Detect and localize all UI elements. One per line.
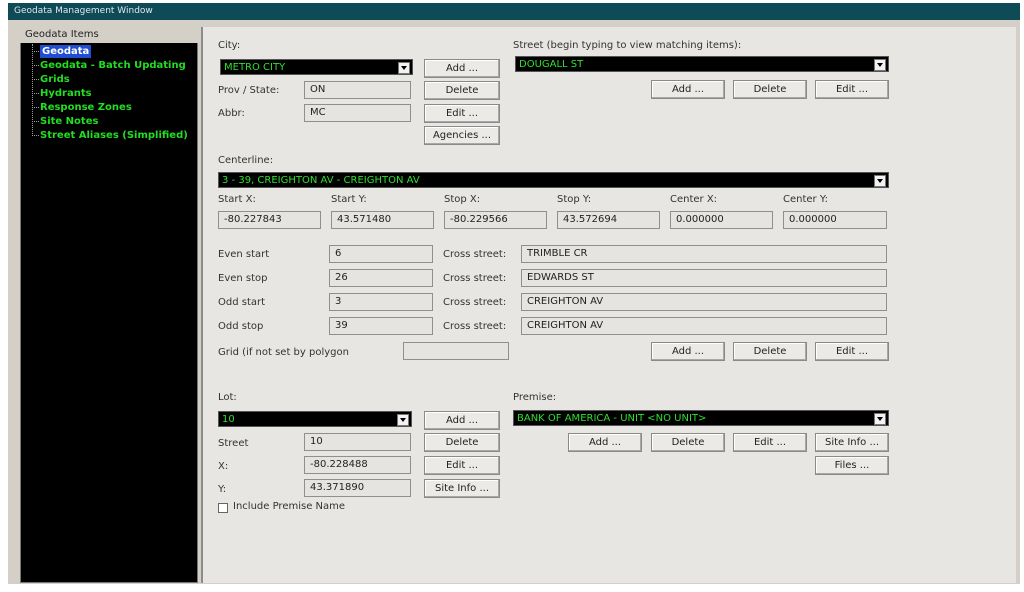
- chevron-down-icon[interactable]: [397, 414, 409, 426]
- lot-select-value: 10: [222, 414, 235, 425]
- include-premise-checkbox[interactable]: [218, 503, 228, 513]
- cross-street-field[interactable]: EDWARDS ST: [521, 269, 887, 287]
- stop-y-field[interactable]: 43.572694: [557, 211, 660, 229]
- cross-street-label: Cross street:: [443, 249, 507, 260]
- lot-y-label: Y:: [218, 484, 227, 495]
- lot-delete-button[interactable]: Delete: [424, 433, 500, 452]
- centerline-edit-button[interactable]: Edit ...: [815, 342, 889, 361]
- street-select[interactable]: DOUGALL ST: [515, 56, 889, 72]
- chevron-down-icon[interactable]: [398, 62, 410, 74]
- lot-y-field[interactable]: 43.371890: [304, 479, 411, 497]
- start-x-field[interactable]: -80.227843: [218, 211, 321, 229]
- center-x-field[interactable]: 0.000000: [670, 211, 773, 229]
- center-x-label: Center X:: [670, 194, 718, 205]
- centerline-label: Centerline:: [218, 155, 274, 166]
- tree-branch: [32, 121, 39, 122]
- premise-label: Premise:: [513, 392, 557, 403]
- sidebar-item-grids[interactable]: Grids: [40, 73, 70, 86]
- centerline-delete-button[interactable]: Delete: [733, 342, 807, 361]
- start-y-label: Start Y:: [331, 194, 367, 205]
- chevron-down-icon[interactable]: [874, 59, 886, 71]
- even-start-label: Even start: [218, 249, 270, 260]
- cross-street-field[interactable]: CREIGHTON AV: [521, 317, 887, 335]
- chevron-down-icon[interactable]: [874, 413, 886, 425]
- premise-add-button[interactable]: Add ...: [568, 433, 642, 452]
- cross-street-label: Cross street:: [443, 273, 507, 284]
- lot-edit-button[interactable]: Edit ...: [424, 456, 500, 475]
- centerline-add-button[interactable]: Add ...: [651, 342, 725, 361]
- center-y-field[interactable]: 0.000000: [783, 211, 887, 229]
- lot-label: Lot:: [218, 392, 237, 403]
- sidebar-header: Geodata Items: [20, 27, 198, 43]
- sidebar-item-site-notes[interactable]: Site Notes: [40, 115, 98, 128]
- sidebar-item-hydrants[interactable]: Hydrants: [40, 87, 92, 100]
- window-title: Geodata Management Window: [8, 3, 1020, 20]
- street-label: Street (begin typing to view matching it…: [513, 40, 742, 51]
- premise-select-value: BANK OF AMERICA - UNIT <NO UNIT>: [517, 413, 707, 424]
- street-delete-button[interactable]: Delete: [733, 80, 807, 99]
- stop-y-label: Stop Y:: [557, 194, 592, 205]
- start-y-field[interactable]: 43.571480: [331, 211, 434, 229]
- city-select-value: METRO CITY: [224, 62, 286, 73]
- prov-state-field[interactable]: ON: [304, 81, 411, 99]
- stop-x-field[interactable]: -80.229566: [444, 211, 547, 229]
- grid-label: Grid (if not set by polygon: [218, 347, 349, 358]
- sidebar-item-street-aliases[interactable]: Street Aliases (Simplified): [40, 129, 188, 142]
- odd-stop-field[interactable]: 39: [329, 317, 433, 335]
- lot-select[interactable]: 10: [218, 411, 412, 427]
- odd-stop-label: Odd stop: [218, 321, 264, 332]
- city-label: City:: [218, 40, 241, 51]
- chevron-down-icon[interactable]: [874, 175, 886, 187]
- sidebar-item-response-zones[interactable]: Response Zones: [40, 101, 132, 114]
- tree-branch: [32, 51, 39, 52]
- tree-branch: [32, 107, 39, 108]
- include-premise-label: Include Premise Name: [233, 501, 346, 512]
- city-edit-button[interactable]: Edit ...: [424, 104, 500, 123]
- tree-connector: [32, 44, 33, 136]
- city-select[interactable]: METRO CITY: [220, 59, 413, 75]
- premise-delete-button[interactable]: Delete: [651, 433, 725, 452]
- tree-branch: [32, 135, 39, 136]
- cross-street-label: Cross street:: [443, 321, 507, 332]
- abbr-field[interactable]: MC: [304, 104, 411, 122]
- premise-site-info-button[interactable]: Site Info ...: [815, 433, 889, 452]
- street-select-value: DOUGALL ST: [519, 59, 584, 70]
- lot-x-label: X:: [218, 461, 229, 472]
- street-edit-button[interactable]: Edit ...: [815, 80, 889, 99]
- odd-start-field[interactable]: 3: [329, 293, 433, 311]
- start-x-label: Start X:: [218, 194, 256, 205]
- premise-select[interactable]: BANK OF AMERICA - UNIT <NO UNIT>: [513, 410, 889, 426]
- city-add-button[interactable]: Add ...: [424, 59, 500, 78]
- grid-field[interactable]: [403, 342, 509, 360]
- centerline-select-value: 3 - 39, CREIGHTON AV - CREIGHTON AV: [222, 175, 420, 186]
- city-delete-button[interactable]: Delete: [424, 81, 500, 100]
- cross-street-field[interactable]: TRIMBLE CR: [521, 245, 887, 263]
- street-add-button[interactable]: Add ...: [651, 80, 725, 99]
- stop-x-label: Stop X:: [444, 194, 481, 205]
- sidebar-item-geodata-batch-updating[interactable]: Geodata - Batch Updating: [40, 59, 186, 72]
- tree-branch: [32, 79, 39, 80]
- lot-x-field[interactable]: -80.228488: [304, 456, 411, 474]
- premise-edit-button[interactable]: Edit ...: [733, 433, 807, 452]
- tree-branch: [32, 65, 39, 66]
- centerline-select[interactable]: 3 - 39, CREIGHTON AV - CREIGHTON AV: [218, 172, 889, 188]
- even-stop-label: Even stop: [218, 273, 268, 284]
- even-stop-field[interactable]: 26: [329, 269, 433, 287]
- even-start-field[interactable]: 6: [329, 245, 433, 263]
- cross-street-label: Cross street:: [443, 297, 507, 308]
- lot-site-info-button[interactable]: Site Info ...: [424, 479, 500, 498]
- agencies-button[interactable]: Agencies ...: [424, 126, 500, 145]
- abbr-label: Abbr:: [218, 108, 245, 119]
- odd-start-label: Odd start: [218, 297, 266, 308]
- center-y-label: Center Y:: [783, 194, 828, 205]
- premise-files-button[interactable]: Files ...: [815, 456, 889, 475]
- cross-street-field[interactable]: CREIGHTON AV: [521, 293, 887, 311]
- lot-street-field[interactable]: 10: [304, 433, 411, 451]
- lot-add-button[interactable]: Add ...: [424, 411, 500, 430]
- prov-state-label: Prov / State:: [218, 85, 280, 96]
- tree-branch: [32, 93, 39, 94]
- lot-street-label: Street: [218, 438, 249, 449]
- sidebar-item-geodata[interactable]: Geodata: [40, 45, 92, 58]
